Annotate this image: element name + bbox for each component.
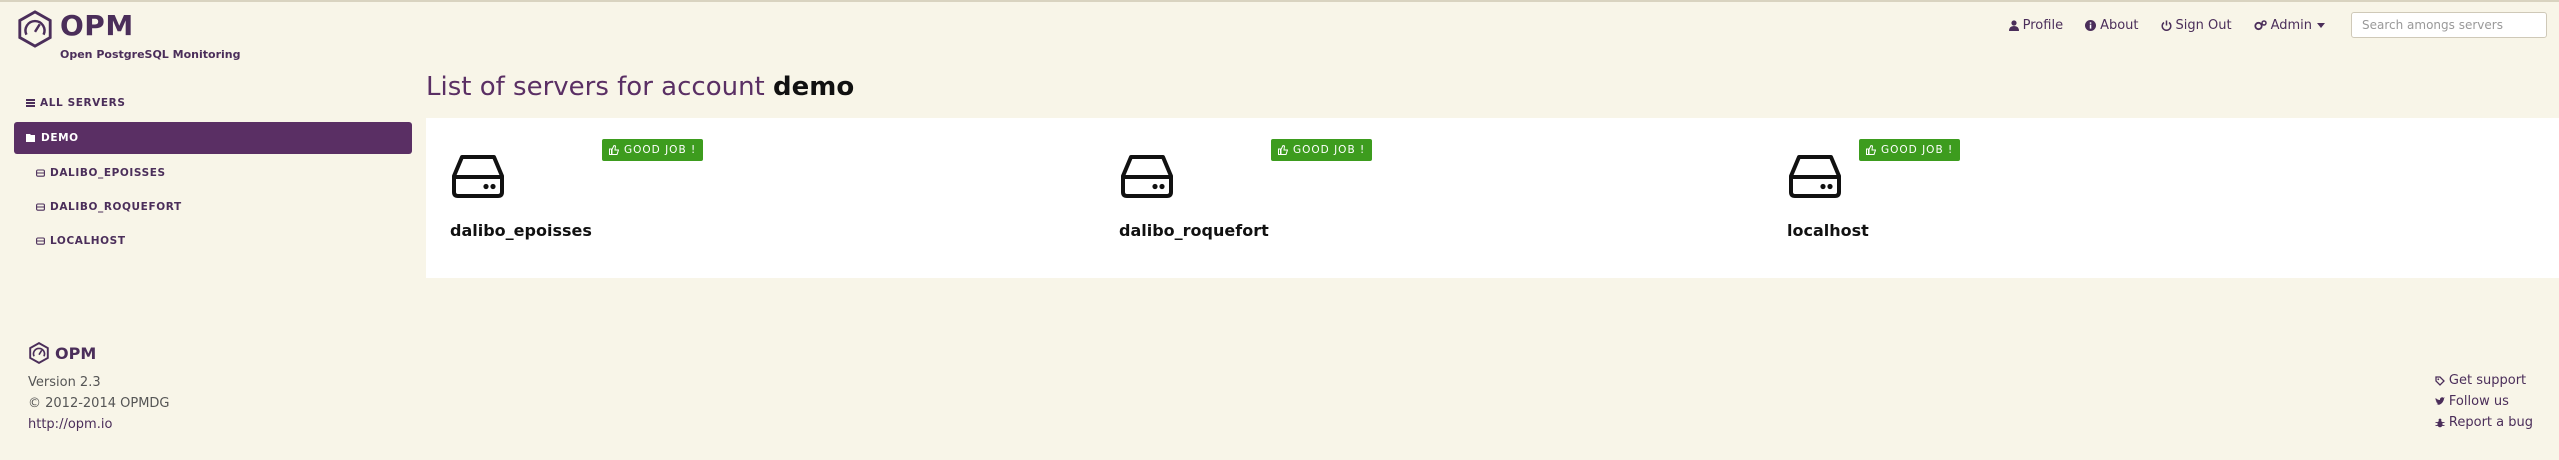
admin-dropdown[interactable]: Admin: [2253, 17, 2329, 33]
server-card[interactable]: GOOD JOB ! dalibo_epoisses: [426, 118, 1026, 278]
sidebar: ALL SERVERS DEMO DALIBO_EPOISSES DALIBO_…: [14, 88, 412, 260]
follow-us-link[interactable]: Follow us: [2434, 391, 2533, 412]
hdd-icon: [452, 155, 504, 198]
power-icon: [2161, 20, 2171, 31]
status-label: GOOD JOB !: [624, 144, 697, 156]
folder-open-icon: [26, 134, 35, 142]
bug-icon: [2435, 418, 2445, 427]
hdd-icon: [36, 169, 45, 177]
gauge-icon: [18, 10, 52, 48]
sidebar-item-all-servers[interactable]: ALL SERVERS: [14, 88, 412, 118]
profile-label: Profile: [2022, 17, 2064, 33]
sidebar-item-label: DALIBO_ROQUEFORT: [50, 201, 182, 213]
caret-down-icon: [2317, 22, 2325, 28]
server-name[interactable]: localhost: [1787, 221, 1869, 240]
get-support-link[interactable]: Get support: [2435, 370, 2533, 391]
search-input[interactable]: [2351, 12, 2547, 38]
footer-info: Version 2.3 © 2012-2014 OPMDG http://opm…: [28, 372, 170, 435]
sidebar-item-localhost[interactable]: LOCALHOST: [14, 226, 412, 256]
profile-link[interactable]: Profile: [2008, 17, 2064, 33]
copyright-text: © 2012-2014 OPMDG: [28, 396, 170, 411]
hdd-icon: [1121, 155, 1173, 198]
user-icon: [2008, 19, 2019, 31]
server-name[interactable]: dalibo_roquefort: [1119, 221, 1269, 240]
sidebar-item-label: DALIBO_EPOISSES: [50, 167, 166, 179]
report-bug-link[interactable]: Report a bug: [2435, 412, 2533, 433]
about-label: About: [2100, 17, 2139, 33]
version-text: Version 2.3: [28, 375, 101, 390]
cogs-icon: [2253, 19, 2267, 30]
thumbs-up-icon: [609, 145, 619, 155]
server-card[interactable]: GOOD JOB ! dalibo_roquefort: [1095, 118, 1695, 278]
page-title-prefix: List of servers for account: [426, 72, 765, 102]
hdd-icon: [1789, 155, 1841, 198]
account-name: demo: [773, 72, 855, 102]
servers-panel: GOOD JOB ! dalibo_epoisses GOOD JOB ! da…: [426, 118, 2559, 278]
sidebar-item-label: DEMO: [41, 132, 79, 144]
server-card[interactable]: GOOD JOB ! localhost: [1763, 118, 2363, 278]
brand-title: OPM: [60, 9, 134, 42]
status-label: GOOD JOB !: [1881, 144, 1954, 156]
admin-label: Admin: [2270, 17, 2312, 33]
report-bug-label: Report a bug: [2448, 415, 2533, 430]
thumbs-up-icon: [1278, 145, 1288, 155]
footer-brand-title: OPM: [55, 343, 97, 363]
get-support-label: Get support: [2448, 373, 2527, 388]
sidebar-item-label: LOCALHOST: [50, 235, 126, 247]
brand-subtitle: Open PostgreSQL Monitoring: [60, 48, 241, 61]
sidebar-item-dalibo-epoisses[interactable]: DALIBO_EPOISSES: [14, 158, 412, 188]
footer-brand: OPM: [28, 342, 96, 364]
brand[interactable]: OPM Open PostgreSQL Monitoring: [16, 10, 240, 61]
hdd-icon: [36, 237, 45, 245]
gauge-icon: [29, 342, 49, 364]
sign-out-label: Sign Out: [2175, 17, 2232, 33]
server-name[interactable]: dalibo_epoisses: [450, 221, 592, 240]
list-icon: [26, 99, 35, 107]
status-label: GOOD JOB !: [1293, 144, 1366, 156]
status-badge: GOOD JOB !: [1859, 139, 1961, 161]
follow-us-label: Follow us: [2448, 394, 2509, 409]
sidebar-item-dalibo-roquefort[interactable]: DALIBO_ROQUEFORT: [14, 192, 412, 222]
tag-icon: [2435, 375, 2445, 386]
about-link[interactable]: About: [2085, 17, 2139, 33]
sidebar-item-label: ALL SERVERS: [40, 97, 126, 109]
footer-links: Get support Follow us Report a bug: [2434, 370, 2533, 433]
top-navigation: Profile About Sign Out Admin: [2008, 12, 2547, 38]
hdd-icon: [36, 203, 45, 211]
status-badge: GOOD JOB !: [1271, 139, 1373, 161]
status-badge: GOOD JOB !: [602, 139, 704, 161]
info-icon: [2085, 19, 2097, 31]
sidebar-item-demo[interactable]: DEMO: [14, 122, 412, 154]
website-link[interactable]: http://opm.io: [28, 414, 170, 435]
twitter-icon: [2434, 397, 2445, 405]
sign-out-link[interactable]: Sign Out: [2161, 18, 2232, 33]
thumbs-up-icon: [1866, 145, 1876, 155]
page-title: List of servers for account demo: [426, 72, 854, 102]
